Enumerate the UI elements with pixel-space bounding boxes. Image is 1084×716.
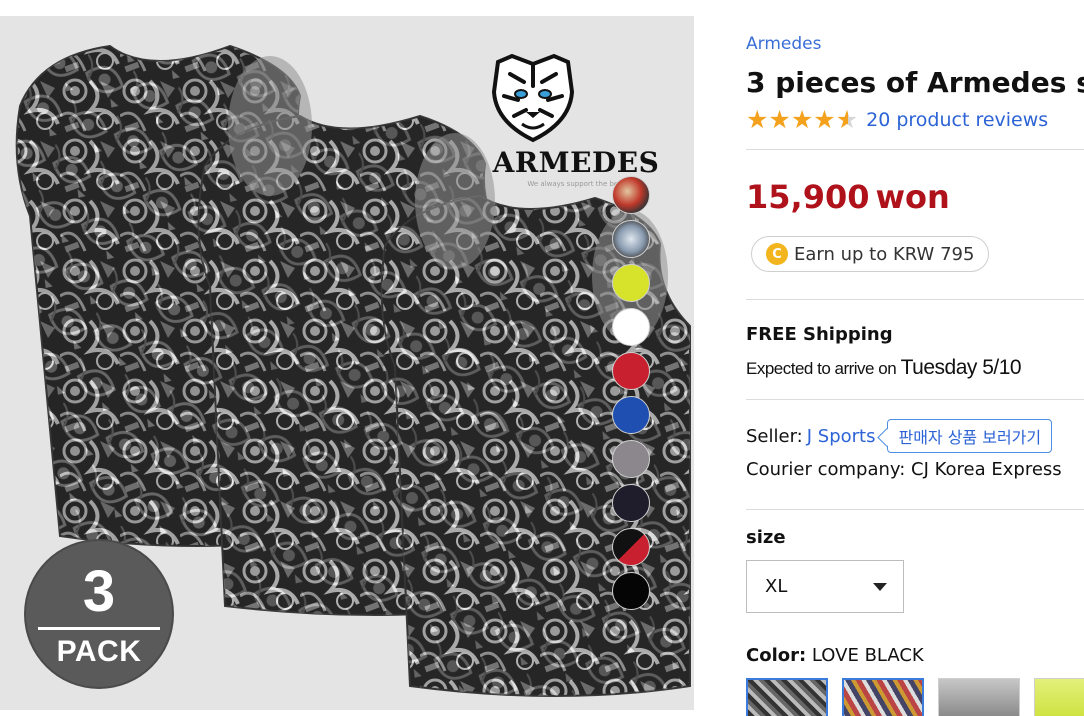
price: 15,900 won — [746, 178, 950, 216]
star-icon: ★ — [768, 105, 791, 134]
star-icon: ★ — [746, 105, 769, 134]
arrival-date: Tuesday 5/10 — [900, 356, 1022, 379]
color-swatch — [612, 308, 650, 346]
coin-icon: C — [766, 243, 788, 265]
color-swatch — [612, 484, 650, 522]
divider — [746, 149, 1084, 150]
product-info-panel: Armedes 3 pieces of Armedes sleeveless ★… — [746, 0, 1084, 716]
star-icon: ★ — [790, 105, 814, 134]
price-currency: won — [875, 178, 950, 216]
color-swatches — [612, 176, 652, 616]
color-value: LOVE BLACK — [811, 645, 924, 666]
color-label: Color: — [746, 645, 807, 666]
color-thumbnails — [746, 678, 1084, 716]
product-image[interactable]: ARMEDES We always support the best 3 PAC… — [0, 16, 694, 710]
price-amount: 15,900 — [746, 178, 870, 216]
tiger-logo-icon — [491, 53, 575, 143]
brand-logo: ARMEDES We always support the best — [490, 52, 662, 188]
points-text: Earn up to KRW 795 — [794, 243, 975, 265]
size-label: size — [746, 527, 786, 548]
half-star-icon: ★ — [835, 105, 859, 134]
color-thumbnail[interactable] — [938, 678, 1020, 716]
seller-row: Seller: J Sports 판매자 상품 보러가기 — [746, 419, 1053, 453]
reviews-link[interactable]: 20 product reviews — [866, 109, 1048, 131]
view-seller-products-button[interactable]: 판매자 상품 보러가기 — [887, 419, 1053, 453]
color-thumbnail[interactable] — [842, 678, 924, 716]
color-swatch — [612, 440, 650, 478]
pack-number: 3 — [82, 559, 116, 624]
seller-link[interactable]: J Sports — [807, 426, 876, 447]
caret-down-icon — [873, 582, 887, 591]
pack-label: PACK — [56, 635, 142, 668]
color-swatch — [612, 264, 650, 302]
seller-label: Seller: — [746, 425, 803, 447]
product-title: 3 pieces of Armedes sleeveless — [746, 66, 1084, 99]
color-swatch — [612, 352, 650, 390]
color-swatch — [612, 176, 650, 214]
star-icon: ★ — [813, 105, 836, 134]
color-swatch — [612, 528, 650, 566]
courier-info: Courier company: CJ Korea Express — [746, 459, 1062, 480]
color-thumbnail[interactable] — [746, 678, 828, 716]
arrival-prefix: Expected to arrive on — [746, 359, 897, 378]
divider — [746, 399, 1084, 400]
rating-stars[interactable]: ★ ★ ★ ★ ★ — [746, 107, 858, 133]
color-row: Color: LOVE BLACK — [746, 645, 924, 666]
brand-logo-text: ARMEDES — [492, 146, 660, 179]
color-swatch — [612, 572, 650, 610]
brand-link[interactable]: Armedes — [746, 34, 821, 54]
pack-badge: 3 PACK — [26, 541, 172, 687]
rating-row: ★ ★ ★ ★ ★ 20 product reviews — [746, 107, 1048, 133]
color-thumbnail[interactable] — [1034, 678, 1084, 716]
arrival-estimate: Expected to arrive on Tuesday 5/10 — [746, 356, 1022, 380]
points-badge[interactable]: C Earn up to KRW 795 — [751, 236, 990, 272]
color-swatch — [612, 396, 650, 434]
pack-divider — [38, 627, 160, 630]
shipping-title: FREE Shipping — [746, 324, 893, 345]
size-selected-value: XL — [765, 576, 788, 597]
color-swatch — [612, 220, 650, 258]
divider — [746, 509, 1084, 510]
divider — [746, 299, 1084, 300]
size-select[interactable]: XL — [746, 560, 904, 613]
